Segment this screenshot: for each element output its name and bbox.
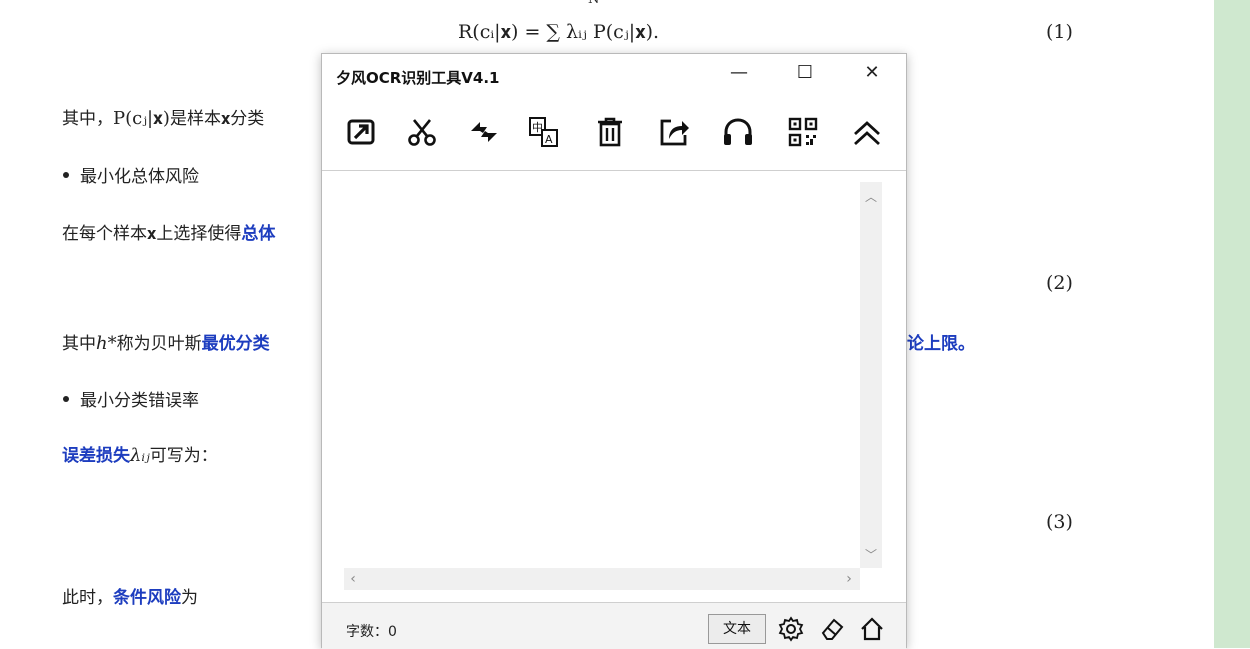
title-bar[interactable]: 夕风OCR识别工具V4.1 — ☐ ✕ — [322, 54, 906, 98]
paragraph-line-3: 其中h*称为贝叶斯最优分类 — [62, 329, 270, 354]
text-segment: 是样本𝐱分类 — [169, 109, 265, 129]
ocr-result-textarea[interactable] — [324, 172, 904, 598]
highlight-term: 最优分类 — [201, 334, 270, 354]
highlight-term: 论上限 — [907, 334, 958, 354]
highlight-term: 总体 — [241, 224, 276, 244]
scroll-right-icon[interactable]: › — [842, 571, 856, 587]
maximize-button[interactable]: ☐ — [785, 60, 825, 86]
horizontal-scrollbar[interactable]: ‹ › — [344, 568, 860, 590]
text-segment: 其中， — [62, 109, 113, 129]
collapse-icon — [854, 121, 880, 146]
swap-icon — [471, 122, 497, 142]
eraser-icon[interactable] — [819, 616, 845, 642]
toolbar: 中A — [322, 110, 906, 162]
equation-3-number: (3) — [1046, 511, 1073, 533]
share-button[interactable] — [654, 110, 694, 154]
equation-1: R(cᵢ|𝐱) = ∑ λᵢⱼ P(cⱼ|𝐱). — [458, 21, 660, 43]
highlight-term: 误差损失 — [62, 446, 130, 466]
char-count: 字数：0 — [346, 624, 397, 640]
ocr-window: 夕风OCR识别工具V4.1 — ☐ ✕ 中A ︿ ﹀ ‹ › 字数：0 文本 — [321, 53, 907, 649]
qrcode-icon — [788, 117, 818, 147]
bullet-item-1: 最小化总体风险 — [80, 167, 199, 187]
scroll-left-icon[interactable]: ‹ — [346, 571, 360, 587]
math-inline: λᵢⱼ — [130, 445, 150, 466]
speak-button[interactable] — [718, 110, 758, 154]
text-segment: 其中 — [62, 334, 96, 354]
paragraph-line-5: 此时，条件风险为 — [62, 583, 198, 608]
translate-button[interactable]: 中A — [524, 110, 564, 154]
delete-button[interactable] — [590, 110, 630, 154]
translate-icon: 中A — [529, 117, 558, 147]
scroll-up-icon[interactable]: ︿ — [864, 188, 878, 205]
bullet-dot — [63, 172, 69, 178]
paragraph-line-3-tail: 论上限。 — [907, 329, 975, 354]
math-inline: P(cⱼ|𝐱) — [113, 108, 170, 129]
swap-button[interactable] — [464, 110, 504, 154]
equation-2-number: (2) — [1046, 272, 1073, 294]
side-panel — [1214, 0, 1250, 648]
qrcode-button[interactable] — [783, 110, 823, 154]
text-mode-button[interactable]: 文本 — [708, 614, 766, 644]
paragraph-line-1: 其中，P(cⱼ|𝐱)是样本𝐱分类 — [62, 104, 264, 129]
home-icon[interactable] — [859, 616, 885, 642]
close-button[interactable]: ✕ — [852, 60, 892, 86]
cut-button[interactable] — [403, 110, 443, 154]
text-segment: 称为贝叶斯 — [116, 334, 202, 354]
headphones-icon — [724, 118, 752, 145]
equation-1-number: (1) — [1046, 21, 1073, 43]
screenshot-button[interactable] — [342, 110, 382, 154]
collapse-button[interactable] — [847, 110, 887, 154]
vertical-scrollbar[interactable]: ︿ ﹀ — [860, 182, 882, 568]
divider — [322, 170, 906, 171]
sum-upper-limit: N — [588, 0, 599, 7]
math-inline: h* — [96, 333, 117, 354]
screenshot-icon — [347, 119, 375, 145]
minimize-button[interactable]: — — [719, 60, 759, 86]
trash-icon — [598, 117, 622, 147]
text-segment: 此时， — [62, 588, 113, 608]
scroll-down-icon[interactable]: ﹀ — [864, 546, 878, 563]
window-title: 夕风OCR识别工具V4.1 — [336, 69, 500, 87]
highlight-term: 条件风险 — [113, 588, 181, 608]
svg-text:A: A — [545, 133, 553, 146]
text-segment: 。 — [958, 334, 975, 354]
scissors-icon — [408, 119, 436, 146]
paragraph-line-2: 在每个样本𝐱上选择使得总体 — [62, 219, 275, 244]
gear-icon[interactable] — [778, 616, 804, 642]
paragraph-line-4: 误差损失λᵢⱼ可写为： — [62, 441, 218, 466]
text-segment: 在每个样本𝐱上选择使得 — [62, 224, 242, 244]
bullet-dot — [63, 396, 69, 402]
text-segment: 为 — [181, 588, 198, 608]
share-icon — [660, 119, 689, 146]
bullet-item-2: 最小分类错误率 — [80, 391, 199, 411]
text-segment: 可写为： — [149, 446, 218, 466]
status-bar: 字数：0 文本 — [322, 603, 906, 649]
